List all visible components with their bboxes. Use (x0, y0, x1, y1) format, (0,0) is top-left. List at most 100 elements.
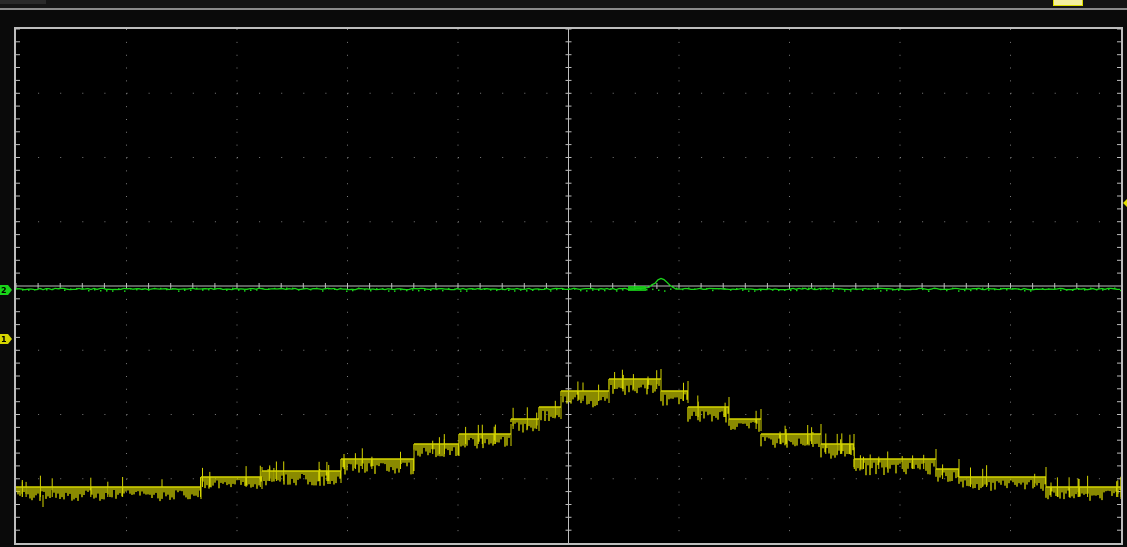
channel-2-noise-dot (748, 290, 750, 292)
channel-2-noise-dot (70, 288, 72, 290)
channel-2-noise-dot (142, 288, 144, 290)
trigger-level-marker[interactable] (1121, 195, 1127, 215)
channel-2-noise-dot (202, 289, 204, 291)
channel-1-marker-label: 1 (1, 335, 7, 344)
channel-2-noise-dot (220, 287, 222, 290)
channel-2-noise-dot (862, 289, 864, 291)
channel-2-noise-dot (34, 289, 36, 291)
channel-2-noise-dot (244, 290, 246, 292)
channel-2-noise-dot (766, 288, 768, 291)
channel-2-noise-dot (172, 288, 174, 290)
channel-2-noise-dot (706, 287, 708, 290)
channel-2-noise-dot (742, 289, 744, 291)
waveform-display (14, 27, 1123, 545)
channel-2-noise-dot (610, 288, 612, 290)
channel-2-noise-dot (1090, 287, 1092, 290)
channel-1-ground-marker[interactable]: 1 (0, 334, 12, 344)
channel-2-noise-dot (160, 287, 162, 290)
channel-2-noise-dot (730, 289, 732, 291)
channel-2-noise-dot (526, 290, 528, 292)
channel-2-noise-dot (424, 289, 426, 291)
channel-2-noise-dot (892, 289, 894, 291)
channel-2-noise-dot (550, 290, 552, 292)
channel-2-noise-dot (1042, 288, 1044, 290)
channel-2-noise-dot (268, 288, 270, 290)
channel-2-noise-dot (790, 289, 792, 292)
trigger-position-indicator (1053, 0, 1083, 6)
channel-2-noise-dot (928, 290, 930, 292)
channel-2-noise-dot (868, 288, 870, 290)
channel-2-noise-dot (100, 290, 102, 292)
channel-2-noise-dot (28, 289, 30, 291)
channel-2-noise-dot (652, 288, 654, 291)
channel-2-noise-dot (472, 288, 474, 290)
channel-2-noise-dot (700, 287, 702, 290)
channel-2-noise-dot (442, 289, 444, 292)
channel-2-noise-dot (712, 289, 714, 292)
channel-2-noise-dot (502, 288, 504, 291)
channel-2-noise-dot (448, 287, 450, 290)
channel-2-noise-dot (562, 288, 564, 290)
channel-2-noise-dot (844, 290, 846, 292)
channel-2-noise-dot (52, 288, 54, 291)
channel-2-noise-dot (676, 287, 678, 290)
channel-2-ground-marker[interactable]: 2 (0, 285, 12, 295)
channel-2-noise-dot (328, 288, 330, 290)
channel-2-noise-dot (1024, 290, 1026, 292)
oscilloscope-window: 2 1 (0, 0, 1127, 547)
channel-2-noise-dot (622, 289, 624, 291)
channel-2-noise-dot (796, 289, 798, 292)
channel-2-noise-dot (1012, 287, 1014, 290)
channel-2-noise-dot (754, 290, 756, 292)
channel-2-noise-dot (346, 290, 348, 292)
channel-2-noise-dot (508, 289, 510, 291)
channel-2-noise-dot (382, 288, 384, 290)
channel-2-noise-dot (40, 288, 42, 290)
channel-2-noise-dot (616, 290, 618, 292)
channel-2-noise-dot (1096, 289, 1098, 291)
channel-2-noise-dot (262, 287, 264, 290)
channel-2-noise-dot (532, 289, 534, 291)
channel-2-noise-dot (1114, 287, 1116, 289)
channel-2-noise-dot (274, 287, 276, 290)
channel-2-noise-dot (976, 288, 978, 291)
channel-2-noise-dot (58, 288, 60, 290)
channel-2-noise-dot (808, 287, 810, 290)
channel-2-noise-dot (124, 290, 126, 292)
channel-2-noise-dot (922, 288, 924, 291)
channel-2-noise-dot (226, 289, 228, 291)
channel-2-noise-dot (130, 288, 132, 290)
channel-2-noise-dot (982, 287, 984, 290)
channel-2-noise-dot (688, 287, 690, 289)
channel-2-noise-dot (286, 287, 288, 289)
channel-2-noise-dot (112, 290, 114, 292)
channel-2-noise-dot (664, 290, 666, 292)
channel-2-noise-dot (316, 287, 318, 290)
channel-2-noise-dot (94, 289, 96, 291)
channel-2-noise-dot (970, 289, 972, 292)
channel-2-noise-dot (400, 288, 402, 291)
channel-markers: 2 1 (0, 285, 12, 344)
channel-2-noise-dot (196, 287, 198, 290)
channel-2-noise-dot (496, 289, 498, 292)
channel-2-noise-dot (1108, 288, 1110, 291)
channel-2-noise-dot (1084, 289, 1086, 291)
channel-2-burst (628, 286, 646, 291)
channel-2-noise-dot (1120, 289, 1121, 292)
channel-2-noise-dot (214, 288, 216, 290)
channel-2-noise-dot (466, 290, 468, 292)
channel-2-noise-dot (604, 289, 606, 292)
channel-2-noise-dot (292, 287, 294, 290)
channel-2-noise-dot (208, 288, 210, 291)
channel-2-noise-dot (880, 290, 882, 292)
channel-2-noise-dot (772, 289, 774, 291)
channel-2-noise-dot (358, 287, 360, 289)
channel-2-noise-dot (46, 289, 48, 291)
channel-2-noise-dot (430, 289, 432, 291)
channel-2-noise-dot (694, 288, 696, 290)
channel-2-noise-dot (406, 289, 408, 292)
channel-2-noise-dot (1078, 288, 1080, 290)
channel-2-marker-label: 2 (1, 286, 7, 295)
channel-2-noise-dot (184, 289, 186, 291)
channel-2-noise-dot (1102, 289, 1104, 291)
